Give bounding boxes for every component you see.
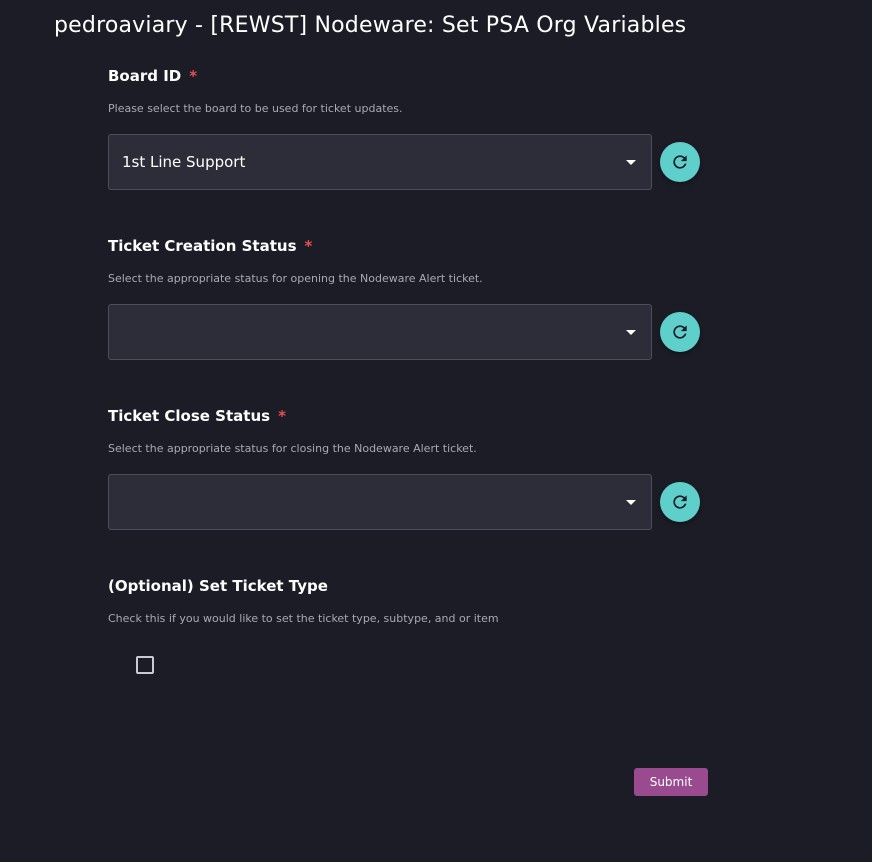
refresh-icon bbox=[673, 155, 687, 169]
ticket-creation-status-refresh-button[interactable] bbox=[660, 312, 700, 352]
submit-button[interactable]: Submit bbox=[634, 768, 708, 796]
required-marker: * bbox=[304, 237, 313, 255]
board-id-refresh-button[interactable] bbox=[660, 142, 700, 182]
ticket-close-status-refresh-button[interactable] bbox=[660, 482, 700, 522]
required-marker: * bbox=[189, 67, 198, 85]
set-ticket-type-field: (Optional) Set Ticket Type Check this if… bbox=[108, 576, 708, 674]
refresh-icon bbox=[673, 495, 687, 509]
ticket-creation-status-select[interactable] bbox=[108, 304, 652, 360]
board-id-field: Board ID * Please select the board to be… bbox=[108, 66, 708, 190]
caret-down-icon bbox=[626, 330, 636, 335]
set-ticket-type-help: Check this if you would like to set the … bbox=[108, 612, 499, 625]
refresh-icon bbox=[673, 325, 687, 339]
caret-down-icon bbox=[626, 160, 636, 165]
required-marker: * bbox=[278, 407, 286, 425]
page-title: pedroaviary - [REWST] Nodeware: Set PSA … bbox=[54, 13, 687, 38]
board-id-label: Board ID bbox=[108, 67, 182, 85]
set-ticket-type-checkbox[interactable] bbox=[136, 656, 154, 674]
ticket-close-status-help: Select the appropriate status for closin… bbox=[108, 442, 477, 455]
ticket-close-status-label: Ticket Close Status bbox=[108, 407, 271, 425]
ticket-creation-status-field: Ticket Creation Status * Select the appr… bbox=[108, 236, 708, 360]
caret-down-icon bbox=[626, 500, 636, 505]
ticket-close-status-select[interactable] bbox=[108, 474, 652, 530]
ticket-close-status-field: Ticket Close Status * Select the appropr… bbox=[108, 406, 708, 530]
form-page: pedroaviary - [REWST] Nodeware: Set PSA … bbox=[0, 0, 872, 862]
board-id-help: Please select the board to be used for t… bbox=[108, 102, 403, 115]
board-id-selected-value: 1st Line Support bbox=[122, 153, 246, 171]
board-id-select[interactable]: 1st Line Support bbox=[108, 134, 652, 190]
ticket-creation-status-help: Select the appropriate status for openin… bbox=[108, 272, 483, 285]
set-ticket-type-label: (Optional) Set Ticket Type bbox=[108, 577, 328, 595]
ticket-creation-status-label: Ticket Creation Status bbox=[108, 237, 297, 255]
